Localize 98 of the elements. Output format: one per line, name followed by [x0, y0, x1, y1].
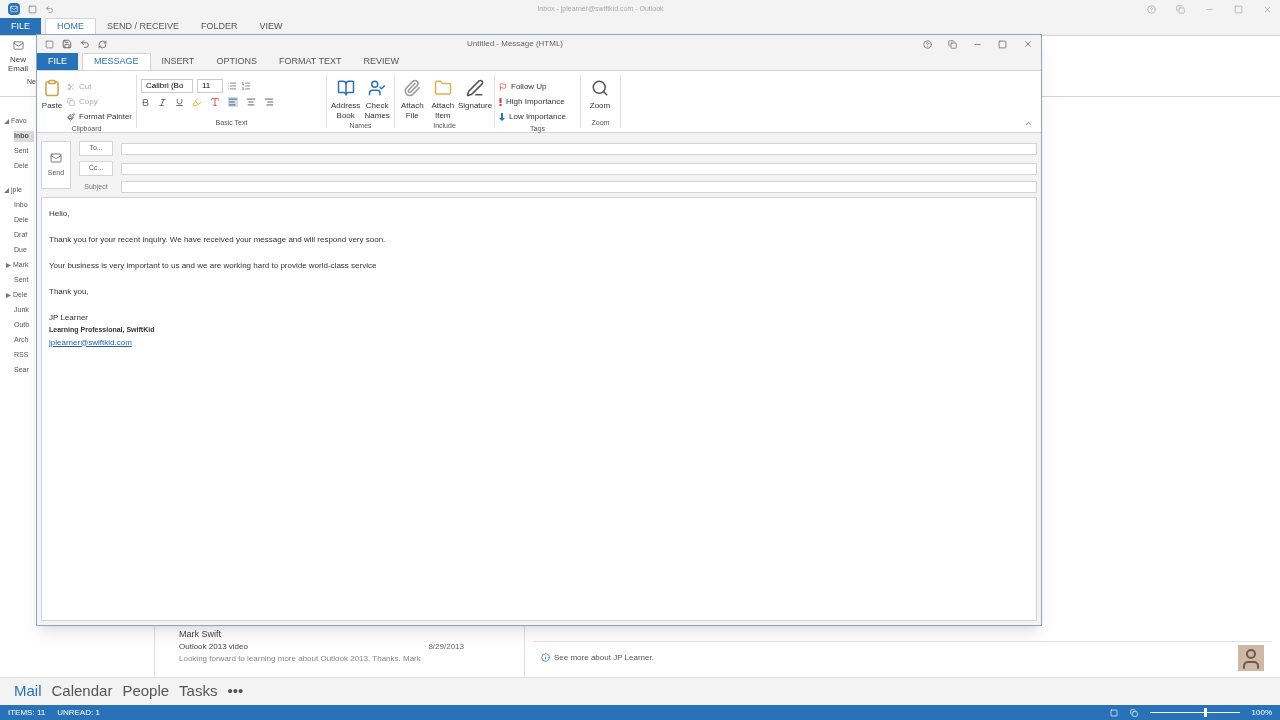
- save-icon[interactable]: [62, 39, 72, 49]
- body-paragraph: Thank you for your recent inquiry. We have received your message and will respond very soon.: [49, 234, 387, 246]
- normal-view-icon[interactable]: [1109, 708, 1118, 717]
- ribbon-tab[interactable]: INSERT: [150, 53, 206, 70]
- magnifier-icon: [591, 79, 609, 97]
- undo-icon[interactable]: [80, 39, 90, 49]
- ribbon-button[interactable]: Follow Up: [499, 79, 566, 94]
- close-icon[interactable]: [1023, 39, 1033, 49]
- envelope-icon: [50, 151, 62, 164]
- numbered-list-icon[interactable]: [241, 81, 251, 91]
- nav-link[interactable]: Calendar: [51, 680, 113, 703]
- email-link[interactable]: jplearner@swiftkid.com: [49, 336, 132, 349]
- ribbon-button[interactable]: Zoom: [585, 79, 615, 111]
- status-text: ITEMS: 11: [8, 706, 46, 719]
- body-paragraph: Your business is very important to us and we are working hard to provide world-class service: [49, 260, 378, 272]
- folder-icon: [433, 79, 452, 97]
- restore-icon[interactable]: [948, 39, 957, 49]
- help-icon[interactable]: [923, 39, 932, 49]
- ribbon-button[interactable]: Paste: [41, 79, 64, 111]
- ribbon-button[interactable]: Check Names: [364, 79, 390, 121]
- message-date: 8/29/2013: [428, 641, 464, 653]
- close-icon[interactable]: [1263, 4, 1272, 14]
- nav-link[interactable]: Tasks: [179, 680, 218, 703]
- message-item[interactable]: Mark Swift Outlook 2013 video 8/29/2013 Looking forward to learning more about Outlook 2013. Thanks. Mark: [175, 623, 504, 665]
- font-dropdown[interactable]: Calibri (Bo: [141, 79, 193, 93]
- ribbon-button[interactable]: Attach File: [399, 79, 426, 121]
- input-field[interactable]: [121, 142, 1037, 155]
- ribbon-button[interactable]: Address Book: [331, 79, 361, 121]
- expanded-triangle-icon[interactable]: [4, 187, 9, 193]
- reading-view-icon[interactable]: [1129, 708, 1138, 717]
- collapse-icon[interactable]: [1024, 119, 1033, 128]
- italic-icon[interactable]: [158, 97, 167, 107]
- ribbon-button[interactable]: Attach Item: [429, 79, 456, 121]
- ribbon-tab[interactable]: FILE: [37, 53, 78, 70]
- person-check-icon: [368, 79, 387, 97]
- restore-icon[interactable]: [1176, 4, 1185, 14]
- copy-icon: [67, 97, 76, 106]
- nav-link[interactable]: Mail: [14, 680, 42, 703]
- ribbon-tab[interactable]: REVIEW: [352, 53, 410, 70]
- window-icon: [45, 39, 54, 49]
- people-pane-link[interactable]: See more about JP Learner.: [554, 651, 654, 664]
- zoom-level: 100%: [1251, 706, 1272, 719]
- paperclip-icon: [403, 79, 422, 97]
- maximize-icon[interactable]: [998, 39, 1007, 49]
- undo-icon[interactable]: [45, 4, 54, 14]
- ribbon-button[interactable]: Low Importance: [499, 109, 566, 124]
- ribbon-tab[interactable]: FORMAT TEXT: [267, 53, 353, 70]
- flag-icon: [499, 82, 507, 91]
- align-left-icon[interactable]: [228, 97, 238, 107]
- exclamation-icon: [499, 97, 502, 106]
- window-title: Untitled - Message (HTML): [466, 38, 564, 50]
- message-subject: Outlook 2013 video: [179, 641, 248, 653]
- ribbon-button[interactable]: Format Painter: [67, 109, 132, 124]
- zoom-slider-thumb[interactable]: [1203, 708, 1207, 717]
- info-icon: [541, 653, 550, 662]
- sender-name: Mark Swift: [178, 627, 222, 641]
- app-icon: [8, 3, 20, 15]
- ribbon-tab[interactable]: FILE: [0, 18, 41, 35]
- mail-icon: [12, 40, 24, 51]
- message-preview: Looking forward to learning more about Outlook 2013. Thanks. Mark: [178, 653, 422, 665]
- underline-icon[interactable]: [175, 97, 184, 107]
- bold-icon[interactable]: [141, 97, 150, 107]
- window-icon: [28, 4, 37, 14]
- clipboard-icon: [43, 79, 62, 97]
- ribbon-button[interactable]: Signature: [460, 79, 490, 111]
- paintbrush-icon: [67, 112, 76, 121]
- align-right-icon[interactable]: [264, 97, 274, 107]
- ribbon-tab[interactable]: VIEW: [248, 18, 294, 35]
- status-text: UNREAD: 1: [57, 706, 100, 719]
- align-center-icon[interactable]: [246, 97, 256, 107]
- body-paragraph: Thank you,: [49, 286, 90, 298]
- input-field[interactable]: [121, 181, 1037, 193]
- highlighter-icon[interactable]: [192, 97, 202, 107]
- collapsed-triangle-icon[interactable]: [6, 293, 11, 298]
- down-arrow-icon: [499, 112, 505, 121]
- avatar: [1238, 644, 1264, 671]
- maximize-icon[interactable]: [1234, 4, 1243, 14]
- help-icon[interactable]: [1147, 4, 1156, 14]
- nav-link[interactable]: •••: [227, 680, 244, 703]
- collapsed-triangle-icon[interactable]: [6, 263, 11, 268]
- font-color-icon[interactable]: [210, 97, 220, 107]
- input-field[interactable]: [121, 162, 1037, 175]
- ribbon-tab[interactable]: SEND / RECEIVE: [96, 18, 191, 35]
- size-dropdown[interactable]: 11: [197, 79, 223, 93]
- new-email-label[interactable]: Email: [8, 64, 28, 73]
- new-email-label[interactable]: New: [10, 55, 26, 64]
- expanded-triangle-icon[interactable]: [4, 118, 9, 124]
- pen-icon: [466, 79, 484, 97]
- body-paragraph: Hello,: [49, 208, 71, 220]
- book-icon: [336, 79, 355, 97]
- nav-link[interactable]: People: [122, 680, 170, 703]
- ribbon-tab[interactable]: MESSAGE: [82, 53, 151, 70]
- scissors-icon: [67, 82, 76, 91]
- ribbon-tab[interactable]: OPTIONS: [205, 53, 268, 70]
- ribbon-button[interactable]: High Importance: [499, 94, 566, 109]
- list-icon[interactable]: [227, 81, 237, 91]
- signature-name: JP Learner: [49, 312, 89, 324]
- ribbon-tab[interactable]: FOLDER: [190, 18, 249, 35]
